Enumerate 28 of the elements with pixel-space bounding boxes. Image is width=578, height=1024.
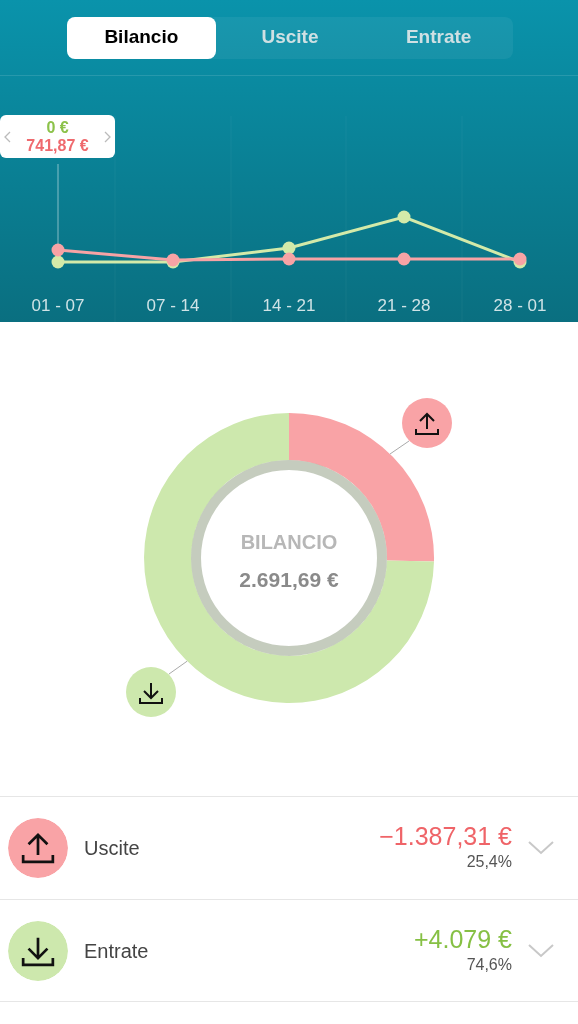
axis-label: 28 - 01 [492, 294, 548, 317]
download-icon [8, 920, 68, 981]
next-icon[interactable] [104, 130, 111, 143]
percentage: 74,6% [465, 954, 512, 975]
axis-label: 14 - 21 [261, 294, 317, 317]
balance-amount: 2.691,69 € [238, 567, 340, 593]
axis-label: 07 - 14 [145, 294, 201, 317]
tab[interactable]: Entrate [364, 16, 513, 59]
tab[interactable]: Bilancio [67, 16, 216, 59]
chevron-down-icon[interactable] [528, 841, 554, 855]
leader-line [389, 440, 410, 455]
income-value: 0 € [45, 118, 70, 137]
expense-value: 741,87 € [26, 136, 89, 155]
axis-label: 21 - 28 [376, 294, 432, 317]
upload-icon [8, 818, 68, 878]
tab[interactable]: Uscite [215, 16, 365, 59]
chevron-down-icon[interactable] [528, 943, 554, 958]
category-label: Entrate [84, 938, 150, 964]
amount: −1.387,31 € [379, 822, 512, 850]
leader-line [168, 660, 188, 675]
download-icon [126, 667, 176, 717]
previous-icon[interactable] [4, 130, 11, 143]
amount: +4.079 € [414, 924, 512, 953]
percentage: 25,4% [465, 852, 512, 872]
chart-title: BILANCIO [239, 530, 339, 555]
axis-label: 01 - 07 [30, 294, 86, 317]
category-label: Uscite [84, 836, 141, 861]
upload-icon [402, 398, 452, 448]
